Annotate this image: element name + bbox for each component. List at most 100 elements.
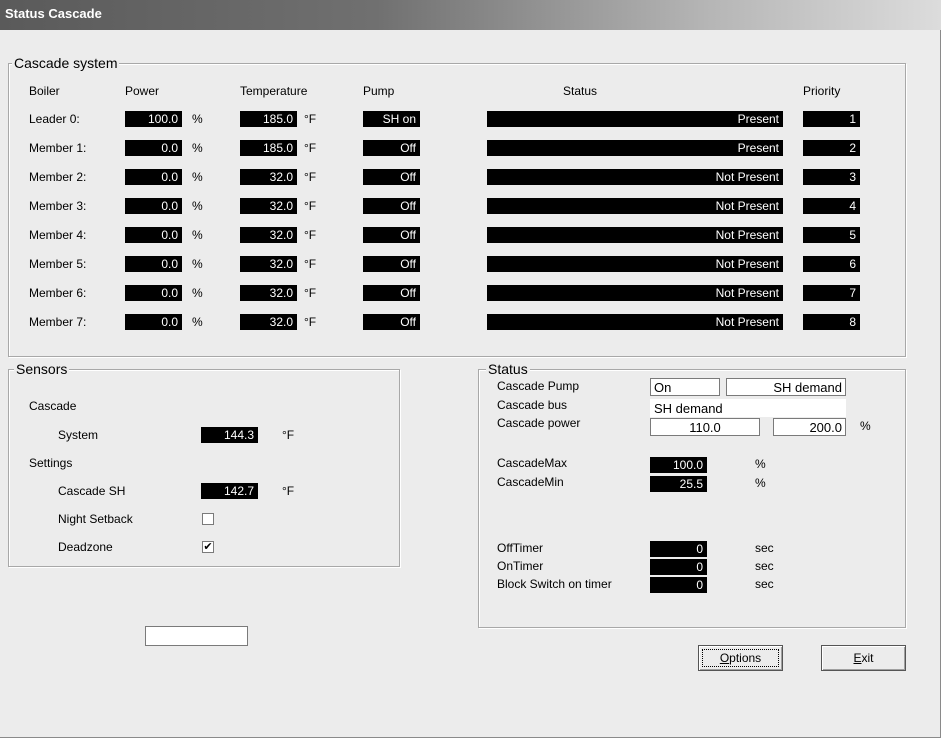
boiler-status-value: Not Present xyxy=(487,169,783,185)
boiler-power-unit: % xyxy=(192,170,203,184)
options-mnemonic: O xyxy=(719,651,730,665)
cascade-power-unit: % xyxy=(860,419,871,433)
boiler-temp-unit: °F xyxy=(304,199,317,213)
boiler-name: Member 3: xyxy=(29,199,87,213)
cascade-max-unit: % xyxy=(755,457,766,471)
settings-label: Settings xyxy=(29,456,73,470)
boiler-power-value: 0.0 xyxy=(125,227,182,243)
boiler-status-value: Not Present xyxy=(487,256,783,272)
deadzone-checkbox[interactable]: ✔ xyxy=(202,541,214,553)
boiler-temp-value: 32.0 xyxy=(240,314,297,330)
boiler-pump-value: Off xyxy=(363,285,420,301)
boiler-temp-value: 32.0 xyxy=(240,198,297,214)
boiler-priority-value: 4 xyxy=(803,198,860,214)
boiler-pump-value: Off xyxy=(363,169,420,185)
cascade-sh-unit: °F xyxy=(282,484,295,498)
header-power: Power xyxy=(125,84,160,98)
cascade-bus-value: SH demand xyxy=(650,399,846,417)
boiler-priority-value: 2 xyxy=(803,140,860,156)
off-timer-unit: sec xyxy=(755,541,774,555)
boiler-name: Member 4: xyxy=(29,228,87,242)
boiler-pump-value: Off xyxy=(363,227,420,243)
boiler-power-unit: % xyxy=(192,228,203,242)
cascade-pump-label: Cascade Pump xyxy=(497,379,580,393)
cascade-power-label: Cascade power xyxy=(497,416,581,430)
header-temperature: Temperature xyxy=(240,84,308,98)
boiler-temp-unit: °F xyxy=(304,112,317,126)
boiler-priority-value: 6 xyxy=(803,256,860,272)
night-setback-label: Night Setback xyxy=(58,512,133,526)
boiler-priority-value: 5 xyxy=(803,227,860,243)
boiler-temp-unit: °F xyxy=(304,170,317,184)
off-timer-label: OffTimer xyxy=(497,541,544,555)
boiler-temp-value: 185.0 xyxy=(240,111,297,127)
boiler-status-value: Not Present xyxy=(487,198,783,214)
title-bar[interactable]: Status Cascade xyxy=(0,0,941,30)
boiler-power-value: 0.0 xyxy=(125,285,182,301)
system-temp-value: 144.3 xyxy=(201,427,258,443)
boiler-power-value: 0.0 xyxy=(125,314,182,330)
on-timer-label: OnTimer xyxy=(497,559,544,573)
boiler-name: Member 6: xyxy=(29,286,87,300)
boiler-pump-value: Off xyxy=(363,256,420,272)
cascade-power-value: 110.0 xyxy=(650,418,760,436)
status-cascade-window: Status Cascade Cascade system Boiler Pow… xyxy=(0,0,941,738)
boiler-power-value: 0.0 xyxy=(125,256,182,272)
cascade-max-value: 100.0 xyxy=(650,457,707,473)
on-timer-value: 0 xyxy=(650,559,707,575)
boiler-power-unit: % xyxy=(192,315,203,329)
bottom-input[interactable] xyxy=(145,626,248,646)
boiler-temp-unit: °F xyxy=(304,228,317,242)
boiler-priority-value: 3 xyxy=(803,169,860,185)
cascade-sh-label: Cascade SH xyxy=(58,484,126,498)
system-label: System xyxy=(58,428,99,442)
window-title: Status Cascade xyxy=(5,6,102,21)
exit-button[interactable]: Exit xyxy=(821,645,906,671)
boiler-temp-value: 32.0 xyxy=(240,285,297,301)
cascade-max-label: CascadeMax xyxy=(497,456,568,470)
boiler-temp-value: 32.0 xyxy=(240,256,297,272)
header-status: Status xyxy=(563,84,598,98)
sensors-cascade-label: Cascade xyxy=(29,399,77,413)
cascade-min-label: CascadeMin xyxy=(497,475,564,489)
exit-label-rest: xit xyxy=(861,651,874,665)
block-switch-value: 0 xyxy=(650,577,707,593)
boiler-temp-value: 32.0 xyxy=(240,227,297,243)
cascade-power-max: 200.0 xyxy=(773,418,846,436)
boiler-pump-value: Off xyxy=(363,314,420,330)
cascade-pump-mode: SH demand xyxy=(726,378,846,396)
night-setback-checkbox[interactable] xyxy=(202,513,214,525)
boiler-temp-value: 32.0 xyxy=(240,169,297,185)
boiler-priority-value: 1 xyxy=(803,111,860,127)
boiler-status-value: Not Present xyxy=(487,314,783,330)
block-switch-label: Block Switch on timer xyxy=(497,577,612,591)
boiler-temp-unit: °F xyxy=(304,257,317,271)
boiler-pump-value: Off xyxy=(363,198,420,214)
boiler-power-value: 0.0 xyxy=(125,140,182,156)
boiler-temp-unit: °F xyxy=(304,141,317,155)
options-label-rest: ptions xyxy=(729,651,762,665)
boiler-temp-value: 185.0 xyxy=(240,140,297,156)
boiler-power-unit: % xyxy=(192,257,203,271)
header-pump: Pump xyxy=(363,84,395,98)
boiler-name: Leader 0: xyxy=(29,112,80,126)
boiler-power-value: 0.0 xyxy=(125,198,182,214)
options-button[interactable]: Options xyxy=(698,645,783,671)
boiler-name: Member 2: xyxy=(29,170,87,184)
boiler-power-unit: % xyxy=(192,199,203,213)
boiler-power-value: 0.0 xyxy=(125,169,182,185)
cascade-bus-label: Cascade bus xyxy=(497,398,568,412)
boiler-name: Member 5: xyxy=(29,257,87,271)
boiler-temp-unit: °F xyxy=(304,315,317,329)
boiler-name: Member 1: xyxy=(29,141,87,155)
boiler-power-unit: % xyxy=(192,141,203,155)
cascade-min-unit: % xyxy=(755,476,766,490)
boiler-name: Member 7: xyxy=(29,315,87,329)
boiler-pump-value: Off xyxy=(363,140,420,156)
cascade-system-legend: Cascade system xyxy=(12,55,120,71)
boiler-temp-unit: °F xyxy=(304,286,317,300)
header-priority: Priority xyxy=(803,84,841,98)
exit-mnemonic: E xyxy=(853,651,862,665)
cascade-sh-value: 142.7 xyxy=(201,483,258,499)
header-boiler: Boiler xyxy=(29,84,60,98)
